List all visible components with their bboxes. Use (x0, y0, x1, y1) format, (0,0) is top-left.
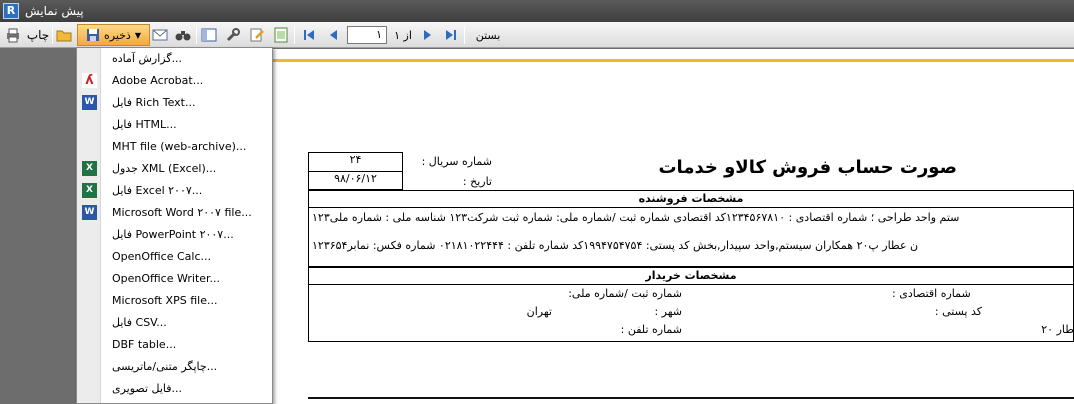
menu-item-label: گزارش آماده... (112, 52, 183, 65)
seller-name-line: ستم واحد طراحی ؛ شماره اقتصادی : ۱۲۳۴۵۶۷… (312, 211, 960, 224)
menu-item-label: Microsoft XPS file... (112, 294, 218, 307)
edit-pencil-icon (250, 28, 264, 42)
menu-item-document[interactable]: گزارش آماده... (77, 48, 272, 70)
folder-icon (56, 30, 72, 42)
first-page-icon (304, 30, 314, 40)
menu-item-html[interactable]: فایل HTML... (77, 114, 272, 136)
app-icon: R (3, 3, 19, 19)
menu-item-dbf[interactable]: DBF table... (77, 334, 272, 356)
menu-item-label: فایل تصویری... (112, 382, 183, 395)
tools-button[interactable] (224, 25, 242, 45)
email-button[interactable] (151, 25, 169, 45)
page-count: از ۱ (394, 28, 412, 42)
edit-button[interactable] (248, 25, 266, 45)
previous-icon (330, 30, 337, 40)
page-setup-button[interactable] (272, 25, 290, 45)
toolbar: چاپ ذخیره ▼ ۱ از ۱ بستن (0, 22, 1074, 48)
pdf-icon: ʎ (82, 73, 97, 88)
save-label: ذخیره (103, 28, 131, 42)
serial-value: ۲۴ (349, 153, 362, 166)
word-icon: W (82, 205, 97, 220)
buyer-city-label: شهر : (654, 305, 682, 318)
menu-item-xml-excel[interactable]: X جدول XML (Excel)... (77, 158, 272, 180)
prev-page-button[interactable] (324, 25, 342, 45)
menu-item-image[interactable]: فایل تصویری... (77, 378, 272, 400)
menu-item-label: فایل CSV... (112, 316, 167, 329)
floppy-disk-icon (86, 29, 99, 41)
first-page-button[interactable] (300, 25, 318, 45)
menu-item-text-printer[interactable]: چاپگر متنی/ماتریسی... (77, 356, 272, 378)
word-icon: W (82, 95, 97, 110)
chevron-down-icon: ▼ (134, 30, 141, 40)
page-layout-button[interactable] (200, 25, 218, 45)
last-page-button[interactable] (442, 25, 460, 45)
menu-item-csv[interactable]: فایل CSV... (77, 312, 272, 334)
excel-icon: X (82, 183, 97, 198)
menu-item-label: DBF table... (112, 338, 177, 351)
buyer-city-value: تهران (526, 305, 552, 318)
menu-item-label: Adobe Acrobat... (112, 74, 204, 87)
next-icon (424, 30, 431, 40)
menu-item-rtf[interactable]: W فایل Rich Text... (77, 92, 272, 114)
window-title: پیش نمایش (25, 4, 84, 18)
seller-address-line: ن عطار پ۲۰ همکاران سیستم,واحد سپیدار,بخش… (312, 239, 919, 252)
layout-icon (201, 28, 217, 42)
title-bar: R پیش نمایش (0, 0, 1074, 22)
menu-item-label: فایل HTML... (112, 118, 177, 131)
buyer-phone-label: شماره تلفن : (620, 323, 682, 336)
binoculars-icon (175, 31, 191, 41)
open-button[interactable] (55, 25, 73, 45)
menu-item-powerpoint[interactable]: فایل PowerPoint ۲۰۰۷... (77, 224, 272, 246)
menu-item-mht[interactable]: MHT file (web-archive)... (77, 136, 272, 158)
menu-item-oo-writer[interactable]: OpenOffice Writer... (77, 268, 272, 290)
buyer-header: مشخصات خریدار (645, 269, 737, 282)
menu-item-label: OpenOffice Writer... (112, 272, 221, 285)
excel-icon: X (82, 161, 97, 176)
printer-icon (6, 28, 19, 43)
menu-item-label: OpenOffice Calc... (112, 250, 211, 263)
menu-item-word-2007[interactable]: W Microsoft Word ۲۰۰۷ file... (77, 202, 272, 224)
menu-item-xps[interactable]: Microsoft XPS file... (77, 290, 272, 312)
date-value: ۹۸/۰۶/۱۲ (334, 172, 377, 185)
page-top-band (272, 59, 1074, 62)
menu-item-label: فایل Excel ۲۰۰۷... (112, 184, 203, 197)
save-dropdown-menu: گزارش آماده... ʎ Adobe Acrobat... W فایل… (76, 47, 273, 404)
page-number-input[interactable]: ۱ (347, 26, 387, 44)
buyer-postal-label: کد پستی : (934, 305, 982, 318)
next-page-button[interactable] (419, 25, 437, 45)
seller-header: مشخصات فروشنده (638, 192, 744, 205)
menu-item-oo-calc[interactable]: OpenOffice Calc... (77, 246, 272, 268)
close-button[interactable]: بستن (468, 25, 508, 45)
print-button[interactable]: چاپ (3, 25, 51, 45)
date-label: تاریخ : (462, 175, 492, 188)
menu-item-label: Microsoft Word ۲۰۰۷ file... (112, 206, 252, 219)
menu-item-label: MHT file (web-archive)... (112, 140, 247, 153)
menu-item-label: فایل PowerPoint ۲۰۰۷... (112, 228, 234, 241)
page-icon (274, 27, 288, 43)
buyer-address-value: طار ۲۰ (1041, 323, 1074, 336)
menu-item-label: جدول XML (Excel)... (112, 162, 217, 175)
wrench-icon (226, 28, 240, 42)
buyer-econ-label: شماره اقتصادی : (892, 287, 971, 300)
invoice-title: صورت حساب فروش کالاو خدمات (658, 157, 957, 178)
save-button[interactable]: ذخیره ▼ (77, 24, 150, 46)
section-divider (308, 397, 1074, 399)
menu-item-label: فایل Rich Text... (112, 96, 196, 109)
find-button[interactable] (174, 25, 192, 45)
envelope-icon (152, 29, 168, 41)
menu-item-excel-2007[interactable]: X فایل Excel ۲۰۰۷... (77, 180, 272, 202)
report-page: ۲۴ ۹۸/۰۶/۱۲ شماره سریال : تاریخ : صورت ح… (272, 49, 1074, 404)
menu-item-label: چاپگر متنی/ماتریسی... (112, 360, 218, 373)
buyer-reg-label: شماره ثبت /شماره ملی: (568, 287, 682, 300)
last-page-icon (446, 30, 456, 40)
menu-item-pdf[interactable]: ʎ Adobe Acrobat... (77, 70, 272, 92)
serial-label: شماره سریال : (421, 155, 492, 168)
print-label: چاپ (26, 28, 50, 42)
